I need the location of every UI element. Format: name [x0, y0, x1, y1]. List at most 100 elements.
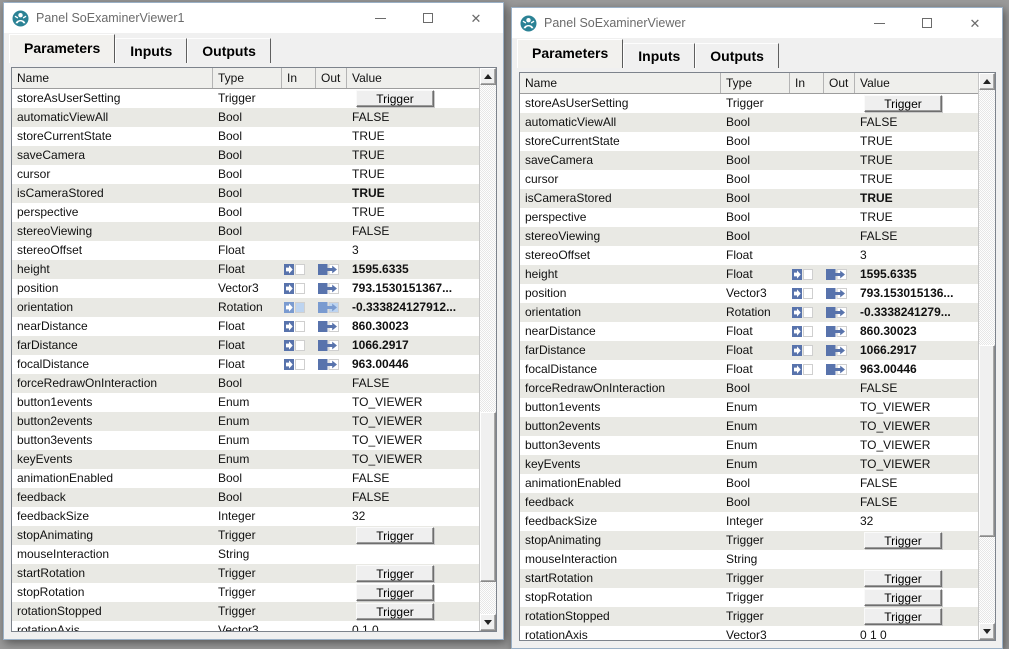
- param-value[interactable]: TO_VIEWER: [855, 417, 978, 436]
- table-row[interactable]: button1eventsEnumTO_VIEWER: [12, 393, 479, 412]
- trigger-button[interactable]: Trigger: [356, 584, 434, 601]
- table-row[interactable]: animationEnabledBoolFALSE: [520, 474, 978, 493]
- table-row[interactable]: animationEnabledBoolFALSE: [12, 469, 479, 488]
- column-header-in[interactable]: In: [282, 68, 316, 88]
- param-value[interactable]: 1595.6335: [347, 260, 479, 279]
- param-value[interactable]: FALSE: [855, 379, 978, 398]
- param-value[interactable]: TO_VIEWER: [347, 450, 479, 469]
- table-row[interactable]: isCameraStoredBoolTRUE: [12, 184, 479, 203]
- scrollbar-track[interactable]: [480, 85, 496, 614]
- table-row[interactable]: button3eventsEnumTO_VIEWER: [520, 436, 978, 455]
- table-row[interactable]: storeCurrentStateBoolTRUE: [12, 127, 479, 146]
- table-row[interactable]: rotationAxisVector30 1 0: [12, 621, 479, 631]
- table-row[interactable]: nearDistanceFloat 860.30023: [12, 317, 479, 336]
- tab-outputs[interactable]: Outputs: [187, 38, 271, 63]
- table-row[interactable]: stopAnimatingTriggerTrigger: [12, 526, 479, 545]
- vertical-scrollbar[interactable]: [479, 68, 496, 631]
- column-header-out[interactable]: Out: [824, 73, 855, 93]
- close-icon[interactable]: ✕: [469, 11, 483, 25]
- title-bar[interactable]: Panel SoExaminerViewer ✕: [512, 8, 1002, 38]
- table-row[interactable]: stopRotationTriggerTrigger: [12, 583, 479, 602]
- table-row[interactable]: farDistanceFloat 1066.2917: [12, 336, 479, 355]
- param-value[interactable]: -0.333824127912...: [347, 298, 479, 317]
- param-value[interactable]: TRUE: [855, 151, 978, 170]
- param-value[interactable]: 32: [347, 507, 479, 526]
- scroll-down-button[interactable]: [979, 623, 995, 640]
- table-row[interactable]: rotationAxisVector30 1 0: [520, 626, 978, 640]
- param-value[interactable]: TRUE: [347, 127, 479, 146]
- table-row[interactable]: keyEventsEnumTO_VIEWER: [12, 450, 479, 469]
- table-row[interactable]: mouseInteractionString: [520, 550, 978, 569]
- table-row[interactable]: focalDistanceFloat 963.00446: [12, 355, 479, 374]
- scrollbar-thumb[interactable]: [480, 412, 496, 582]
- param-value[interactable]: TRUE: [347, 165, 479, 184]
- table-row[interactable]: perspectiveBoolTRUE: [520, 208, 978, 227]
- param-value[interactable]: TRUE: [347, 184, 479, 203]
- table-row[interactable]: farDistanceFloat 1066.2917: [520, 341, 978, 360]
- table-row[interactable]: rotationStoppedTriggerTrigger: [520, 607, 978, 626]
- table-row[interactable]: automaticViewAllBoolFALSE: [520, 113, 978, 132]
- tab-parameters[interactable]: Parameters: [9, 34, 115, 63]
- trigger-button[interactable]: Trigger: [356, 565, 434, 582]
- table-row[interactable]: perspectiveBoolTRUE: [12, 203, 479, 222]
- param-value[interactable]: TRUE: [347, 146, 479, 165]
- param-value[interactable]: FALSE: [855, 474, 978, 493]
- trigger-button[interactable]: Trigger: [356, 527, 434, 544]
- table-row[interactable]: button1eventsEnumTO_VIEWER: [520, 398, 978, 417]
- table-row[interactable]: cursorBoolTRUE: [12, 165, 479, 184]
- param-value[interactable]: 793.1530151367...: [347, 279, 479, 298]
- table-row[interactable]: cursorBoolTRUE: [520, 170, 978, 189]
- scrollbar-thumb[interactable]: [979, 345, 995, 537]
- param-value[interactable]: TO_VIEWER: [347, 393, 479, 412]
- table-row[interactable]: feedbackSizeInteger32: [12, 507, 479, 526]
- param-value[interactable]: FALSE: [347, 469, 479, 488]
- param-value[interactable]: FALSE: [855, 493, 978, 512]
- param-value[interactable]: TO_VIEWER: [855, 436, 978, 455]
- table-row[interactable]: rotationStoppedTriggerTrigger: [12, 602, 479, 621]
- param-value[interactable]: TRUE: [347, 203, 479, 222]
- param-value[interactable]: 963.00446: [855, 360, 978, 379]
- param-value[interactable]: TO_VIEWER: [347, 431, 479, 450]
- table-row[interactable]: stopAnimatingTriggerTrigger: [520, 531, 978, 550]
- table-row[interactable]: focalDistanceFloat 963.00446: [520, 360, 978, 379]
- param-value[interactable]: 860.30023: [855, 322, 978, 341]
- table-row[interactable]: button2eventsEnumTO_VIEWER: [520, 417, 978, 436]
- param-value[interactable]: TO_VIEWER: [855, 455, 978, 474]
- table-row[interactable]: storeAsUserSettingTriggerTrigger: [12, 89, 479, 108]
- trigger-button[interactable]: Trigger: [864, 570, 942, 587]
- param-value[interactable]: FALSE: [347, 488, 479, 507]
- table-row[interactable]: forceRedrawOnInteractionBoolFALSE: [520, 379, 978, 398]
- table-row[interactable]: orientationRotation -0.333824127912...: [12, 298, 479, 317]
- table-row[interactable]: saveCameraBoolTRUE: [12, 146, 479, 165]
- close-icon[interactable]: ✕: [968, 16, 982, 30]
- table-row[interactable]: feedbackSizeInteger32: [520, 512, 978, 531]
- param-value[interactable]: FALSE: [347, 374, 479, 393]
- param-value[interactable]: 0 1 0: [855, 626, 978, 640]
- trigger-button[interactable]: Trigger: [864, 608, 942, 625]
- param-value[interactable]: 0 1 0: [347, 621, 479, 631]
- column-header-name[interactable]: Name: [520, 73, 721, 93]
- table-row[interactable]: orientationRotation -0.3338241279...: [520, 303, 978, 322]
- tab-outputs[interactable]: Outputs: [695, 43, 779, 68]
- param-value[interactable]: 3: [347, 241, 479, 260]
- param-value[interactable]: FALSE: [855, 227, 978, 246]
- table-row[interactable]: button3eventsEnumTO_VIEWER: [12, 431, 479, 450]
- table-row[interactable]: positionVector3 793.153015136...: [520, 284, 978, 303]
- table-row[interactable]: isCameraStoredBoolTRUE: [520, 189, 978, 208]
- table-row[interactable]: button2eventsEnumTO_VIEWER: [12, 412, 479, 431]
- scroll-down-button[interactable]: [480, 614, 496, 631]
- param-value[interactable]: TRUE: [855, 170, 978, 189]
- column-header-name[interactable]: Name: [12, 68, 213, 88]
- param-value[interactable]: TRUE: [855, 189, 978, 208]
- param-value[interactable]: TO_VIEWER: [855, 398, 978, 417]
- table-row[interactable]: stereoOffsetFloat3: [520, 246, 978, 265]
- param-value[interactable]: 963.00446: [347, 355, 479, 374]
- table-row[interactable]: feedbackBoolFALSE: [12, 488, 479, 507]
- param-value[interactable]: TRUE: [855, 132, 978, 151]
- table-row[interactable]: stopRotationTriggerTrigger: [520, 588, 978, 607]
- minimize-icon[interactable]: [373, 11, 387, 25]
- table-row[interactable]: heightFloat 1595.6335: [12, 260, 479, 279]
- param-value[interactable]: FALSE: [347, 222, 479, 241]
- table-row[interactable]: stereoViewingBoolFALSE: [520, 227, 978, 246]
- param-value[interactable]: TO_VIEWER: [347, 412, 479, 431]
